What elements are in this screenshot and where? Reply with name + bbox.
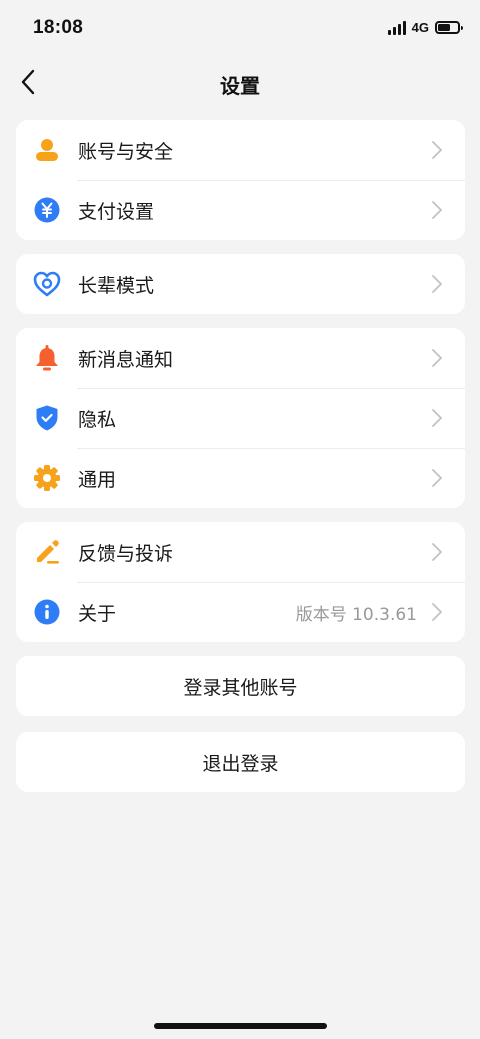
settings-item-label: 支付设置 [78,200,155,223]
chevron-right-icon [427,274,447,294]
shield-check-icon [32,403,62,433]
settings-item-label: 通用 [78,468,117,491]
settings-item-account-security[interactable]: 账号与安全 [16,120,465,180]
switch-account-button[interactable]: 登录其他账号 [16,656,465,716]
network-label: 4G [411,20,429,35]
settings-item-label: 关于 [78,602,117,625]
settings-item-about[interactable]: 关于 版本号 10.3.61 [16,582,465,642]
status-bar: 18:08 4G [0,0,480,58]
settings-item-label: 新消息通知 [78,348,174,371]
chevron-right-icon [427,542,447,562]
chevron-right-icon [427,140,447,160]
chevron-right-icon [427,408,447,428]
settings-item-notifications[interactable]: 新消息通知 [16,328,465,388]
pencil-icon [32,537,62,567]
bell-icon [32,343,62,373]
settings-item-label: 隐私 [78,408,117,431]
settings-item-feedback[interactable]: 反馈与投诉 [16,522,465,582]
user-icon [32,135,62,165]
chevron-right-icon [427,200,447,220]
heart-care-icon [32,269,62,299]
settings-item-label: 反馈与投诉 [78,542,174,565]
settings-item-elder-mode[interactable]: 长辈模式 [16,254,465,314]
settings-item-label: 账号与安全 [78,140,174,163]
version-label: 版本号 10.3.61 [295,604,417,625]
chevron-right-icon [427,348,447,368]
info-icon [32,597,62,627]
settings-group-support: 反馈与投诉 关于 版本号 10.3.61 [16,522,465,642]
home-indicator[interactable] [154,1023,327,1029]
battery-level [438,24,450,31]
signal-icon [387,20,406,35]
status-time: 18:08 [33,17,84,38]
settings-item-privacy[interactable]: 隐私 [16,388,465,448]
logout-button[interactable]: 退出登录 [16,732,465,792]
settings-item-payment[interactable]: 支付设置 [16,180,465,240]
page-title: 设置 [220,74,260,98]
yuan-icon [32,195,62,225]
status-indicators: 4G [387,20,463,35]
settings-item-label: 长辈模式 [78,274,155,297]
settings-group-account: 账号与安全 支付设置 [16,120,465,240]
settings-group-elder: 长辈模式 [16,254,465,314]
chevron-right-icon [427,602,447,622]
settings-group-general: 新消息通知 隐私 通用 [16,328,465,508]
gear-icon [32,463,62,493]
chevron-right-icon [427,468,447,488]
nav-bar: 设置 [0,58,480,108]
battery-icon [435,21,463,34]
settings-item-general[interactable]: 通用 [16,448,465,508]
